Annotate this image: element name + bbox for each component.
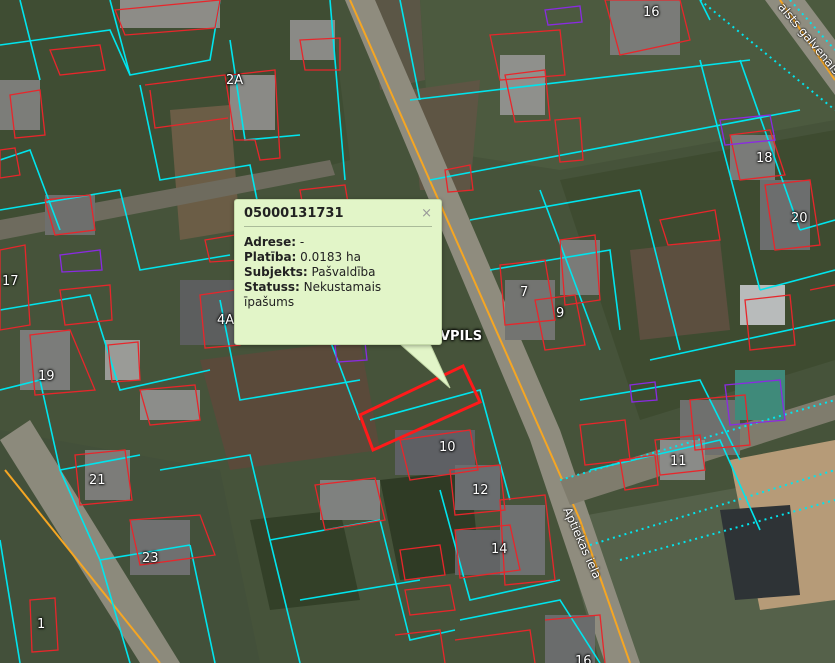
house-number: 1 bbox=[37, 617, 46, 632]
close-icon[interactable]: × bbox=[421, 206, 432, 221]
subject-label: Subjekts: bbox=[244, 265, 308, 279]
house-number: 4A bbox=[217, 313, 235, 328]
map-view[interactable]: 16 2A 18 20 17 4A 7 9 19 10 12 11 21 23 … bbox=[0, 0, 835, 663]
subject-row: Subjekts: Pašvaldība bbox=[244, 265, 432, 280]
house-number: 10 bbox=[439, 440, 456, 455]
house-number: 21 bbox=[89, 473, 106, 488]
address-value: - bbox=[299, 235, 305, 249]
house-number: 16 bbox=[575, 654, 592, 663]
area-label: Platība: bbox=[244, 250, 297, 264]
address-label: Adrese: bbox=[244, 235, 297, 249]
status-row: Statuss: Nekustamais īpašums bbox=[244, 280, 432, 310]
parcel-cadastral-number: 05000131731 bbox=[244, 206, 432, 227]
house-number: 11 bbox=[670, 454, 687, 469]
house-number: 14 bbox=[491, 542, 508, 557]
house-number: 23 bbox=[142, 551, 159, 566]
house-number: 7 bbox=[520, 285, 529, 300]
house-number: 17 bbox=[2, 274, 19, 289]
house-number: 9 bbox=[556, 306, 565, 321]
city-label: VPILS bbox=[440, 329, 483, 344]
house-number: 20 bbox=[791, 211, 808, 226]
house-number: 2A bbox=[226, 73, 244, 88]
parcel-info-popup: 05000131731 × Adrese: - Platība: 0.0183 … bbox=[234, 199, 442, 345]
address-row: Adrese: - bbox=[244, 235, 432, 250]
subject-value: Pašvaldība bbox=[311, 265, 376, 279]
status-label: Statuss: bbox=[244, 280, 300, 294]
house-number: 18 bbox=[756, 151, 773, 166]
house-number: 12 bbox=[472, 483, 489, 498]
house-number: 16 bbox=[643, 5, 660, 20]
area-row: Platība: 0.0183 ha bbox=[244, 250, 432, 265]
area-value: 0.0183 ha bbox=[300, 250, 361, 264]
house-number: 19 bbox=[38, 369, 55, 384]
